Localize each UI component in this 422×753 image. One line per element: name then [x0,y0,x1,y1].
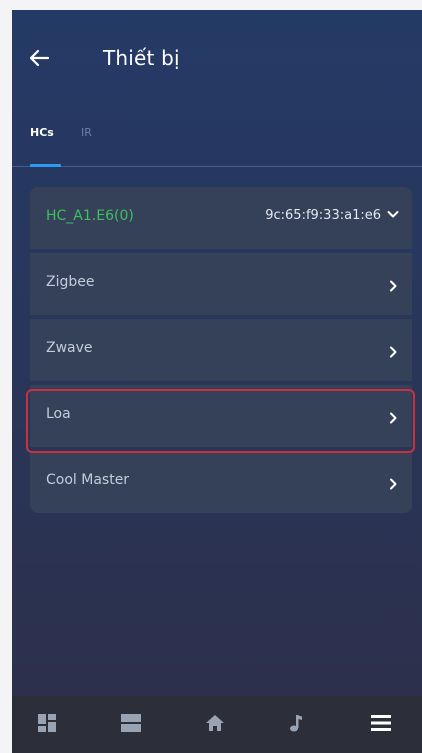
arrow-left-icon [29,49,50,67]
tab-ir[interactable]: IR [81,126,92,139]
tab-bar: HCs IR [12,118,422,167]
dashboard-icon [38,714,56,732]
app-header: Thiết bị [12,10,422,115]
list-icon [121,714,141,732]
back-button[interactable] [28,48,58,74]
nav-dashboard[interactable] [37,713,61,737]
bottom-navigation [12,696,422,753]
chevron-right-icon [389,277,397,296]
nav-list[interactable] [120,713,144,737]
tab-hcs[interactable]: HCs [30,126,54,139]
list-item-loa[interactable]: Loa [30,385,412,447]
list-item-label: Cool Master [46,472,130,488]
chevron-right-icon [389,343,397,362]
app-screen: Thiết bị HCs IR HC_A1.E6(0) 9c:65:f9:33:… [12,10,422,753]
list-item-cool-master[interactable]: Cool Master [30,451,412,513]
menu-icon [371,715,391,731]
chevron-down-icon [387,208,399,223]
device-mac: 9c:65:f9:33:a1:e6 [265,208,381,223]
device-mac-selector[interactable]: 9c:65:f9:33:a1:e6 [265,208,399,223]
music-note-icon [290,715,302,732]
list-item-zigbee[interactable]: Zigbee [30,253,412,315]
nav-home[interactable] [205,713,229,737]
device-settings-list: HC_A1.E6(0) 9c:65:f9:33:a1:e6 Zigbee Zwa… [30,187,412,513]
list-item-label: Zigbee [46,274,95,290]
device-name: HC_A1.E6(0) [46,208,134,224]
nav-music[interactable] [288,713,312,737]
list-item-label: Zwave [46,340,93,356]
chevron-right-icon [389,409,397,428]
chevron-right-icon [389,475,397,494]
list-item-zwave[interactable]: Zwave [30,319,412,381]
tab-active-indicator [30,164,61,167]
nav-menu[interactable] [370,713,394,737]
page-title: Thiết bị [103,46,180,70]
list-item-label: Loa [46,406,71,422]
home-icon [206,715,224,731]
device-row[interactable]: HC_A1.E6(0) 9c:65:f9:33:a1:e6 [30,187,412,249]
